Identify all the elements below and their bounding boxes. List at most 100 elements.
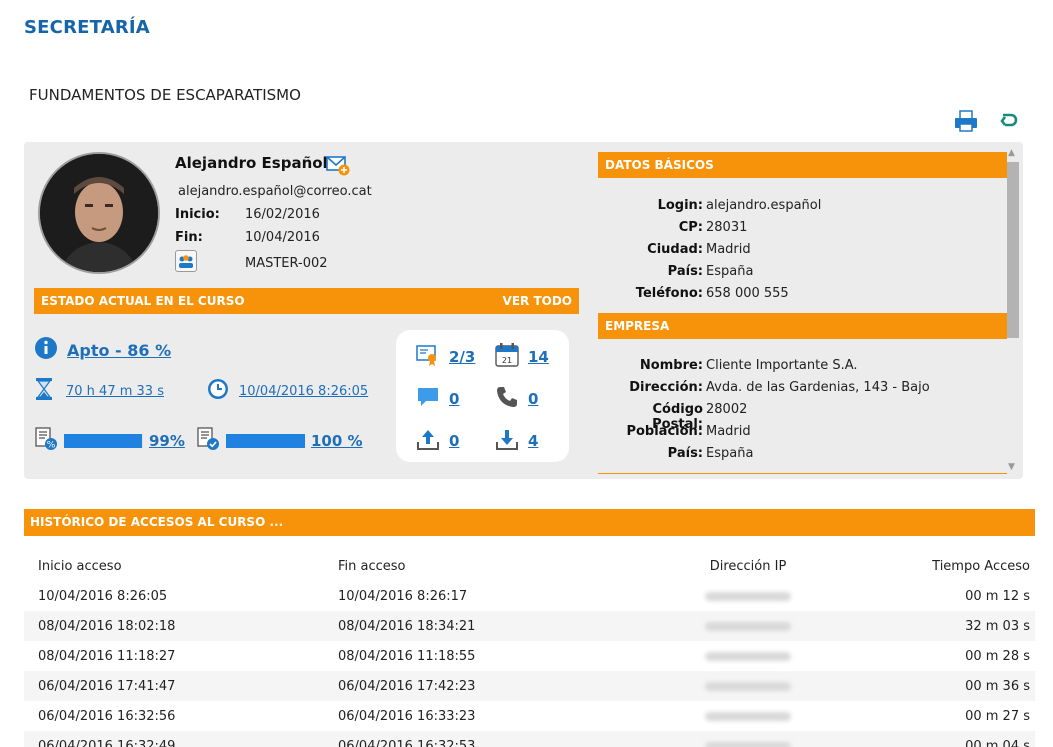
ip-address-redacted: [628, 581, 868, 611]
app-title: SECRETARÍA: [24, 17, 150, 38]
info-icon: [34, 336, 58, 364]
basic-label: CP:: [678, 220, 703, 235]
messages-stat: 0: [416, 385, 459, 413]
apto-row: Apto - 86 %: [34, 336, 171, 364]
company-label: País:: [667, 446, 703, 461]
see-all-link[interactable]: VER TODO: [503, 288, 572, 314]
course-title: FUNDAMENTOS DE ESCAPARATISMO: [29, 86, 301, 104]
messages-link[interactable]: 0: [449, 390, 459, 408]
table-row: 06/04/2016 17:41:47 06/04/2016 17:42:23 00…: [24, 671, 1035, 701]
access-end: 06/04/2016 16:33:23: [338, 708, 476, 724]
access-end: 06/04/2016 17:42:23: [338, 671, 628, 701]
progress-1: % 99%: [34, 427, 185, 455]
ip-address-redacted: [628, 701, 868, 731]
progress-bar-2: [226, 434, 305, 448]
scroll-up-icon[interactable]: ▲: [1008, 148, 1015, 158]
basic-value: España: [706, 264, 754, 279]
access-time: 32 m 03 s: [868, 611, 1035, 641]
table-row: 06/04/2016 16:32:49 06/04/2016 16:32:53 00…: [24, 731, 1035, 747]
company-row-name: Nombre: Cliente Importante S.A.: [598, 358, 1007, 373]
table-row: 08/04/2016 18:02:18 08/04/2016 18:34:21 32…: [24, 611, 1035, 641]
scroll-thumb[interactable]: [1007, 162, 1019, 338]
basic-row-city: Ciudad: Madrid: [598, 242, 1007, 257]
table-row: 06/04/2016 16:32:56 06/04/2016 16:33:23 00…: [24, 701, 1035, 731]
progress-fill-2: [226, 434, 305, 448]
avatar: [38, 152, 160, 274]
access-time: 00 m 12 s: [965, 588, 1030, 604]
access-start: 06/04/2016 16:32:49: [24, 731, 338, 747]
history-header-dots[interactable]: ...: [269, 515, 283, 529]
scroll-down-icon[interactable]: ▼: [1008, 462, 1015, 472]
company-header: EMPRESA: [598, 313, 1007, 339]
progress-1-percent[interactable]: 99%: [149, 432, 185, 450]
group-icon: [175, 250, 197, 272]
svg-text:%: %: [47, 441, 56, 451]
clock-icon: [207, 378, 229, 404]
calendar-stat: 21 14: [495, 343, 549, 371]
calls-stat: 0: [495, 385, 538, 413]
top-actions: [954, 109, 1020, 133]
certificate-icon: [416, 343, 440, 371]
status-header-title: ESTADO ACTUAL EN EL CURSO: [41, 294, 245, 308]
access-time: 00 m 04 s: [868, 731, 1035, 747]
access-time: 00 m 28 s: [965, 648, 1030, 664]
company-label: Nombre:: [639, 358, 703, 373]
uploads-stat: 0: [416, 427, 459, 455]
calendar-day: 21: [502, 356, 512, 365]
time-row: 70 h 47 m 33 s: [34, 378, 164, 404]
student-name: Alejandro Español: [175, 154, 328, 172]
calendar-link[interactable]: 14: [528, 348, 549, 366]
access-time: 00 m 27 s: [965, 708, 1030, 724]
downloads-link[interactable]: 4: [528, 432, 538, 450]
upload-icon: [416, 427, 440, 455]
basic-data-header: DATOS BÁSICOS: [598, 152, 1007, 178]
details-column: DATOS BÁSICOS Login: alejandro.español CP…: [598, 152, 1007, 474]
column-header: Inicio acceso: [38, 558, 122, 574]
end-value: 10/04/2016: [245, 230, 320, 245]
basic-row-country: País: España: [598, 264, 1007, 279]
time-link[interactable]: 70 h 47 m 33 s: [66, 384, 164, 399]
basic-label: Login:: [657, 198, 703, 213]
access-start: 10/04/2016 8:26:05: [38, 588, 168, 604]
uploads-link[interactable]: 0: [449, 432, 459, 450]
group-code: MASTER-002: [245, 256, 328, 271]
access-time: 00 m 36 s: [868, 671, 1035, 701]
start-label: Inicio:: [175, 207, 220, 222]
end-row: Fin: 10/04/2016: [175, 230, 320, 245]
access-end: 06/04/2016 16:32:53: [338, 731, 628, 747]
progress-2: 100 %: [196, 427, 363, 455]
send-mail-icon[interactable]: [326, 153, 350, 177]
last-access-link[interactable]: 10/04/2016 8:26:05: [239, 384, 368, 399]
column-header: Tiempo Acceso: [932, 558, 1030, 574]
basic-label: Teléfono:: [635, 286, 703, 301]
basic-value: Madrid: [706, 242, 751, 257]
basic-value: alejandro.español: [706, 198, 822, 213]
access-start: 06/04/2016 17:41:47: [24, 671, 338, 701]
company-label: Dirección:: [629, 380, 703, 395]
document-percent-icon: %: [34, 427, 58, 455]
print-icon[interactable]: [954, 109, 978, 133]
hourglass-icon: [34, 378, 54, 404]
access-end: 08/04/2016 18:34:21: [338, 611, 628, 641]
details-scrollbar[interactable]: ▲ ▼: [1007, 148, 1019, 475]
ip-address-redacted: [628, 731, 868, 747]
basic-row-cp: CP: 28031: [598, 220, 1007, 235]
calls-link[interactable]: 0: [528, 390, 538, 408]
basic-value: 28031: [706, 220, 748, 235]
basic-label: Ciudad:: [647, 242, 703, 257]
downloads-stat: 4: [495, 427, 538, 455]
company-label: Población:: [626, 424, 703, 439]
progress-2-percent[interactable]: 100 %: [311, 432, 363, 450]
back-arrow-icon[interactable]: [996, 109, 1020, 133]
stats-box: 2/3 21 14 0 0 0 4: [396, 330, 569, 462]
table-row: 08/04/2016 11:18:27 08/04/2016 11:18:55 00…: [24, 641, 1035, 671]
ip-address-redacted: [628, 671, 868, 701]
calendar-icon: 21: [495, 343, 519, 371]
table-header-row: Inicio acceso Fin acceso Dirección IP Ti…: [24, 551, 1035, 581]
status-header: ESTADO ACTUAL EN EL CURSO VER TODO: [34, 288, 579, 314]
basic-row-login: Login: alejandro.español: [598, 198, 1007, 213]
apto-link[interactable]: Apto - 86 %: [67, 341, 171, 360]
column-header: Fin acceso: [338, 558, 406, 574]
certificates-link[interactable]: 2/3: [449, 348, 475, 366]
access-end: 08/04/2016 11:18:55: [338, 648, 476, 664]
